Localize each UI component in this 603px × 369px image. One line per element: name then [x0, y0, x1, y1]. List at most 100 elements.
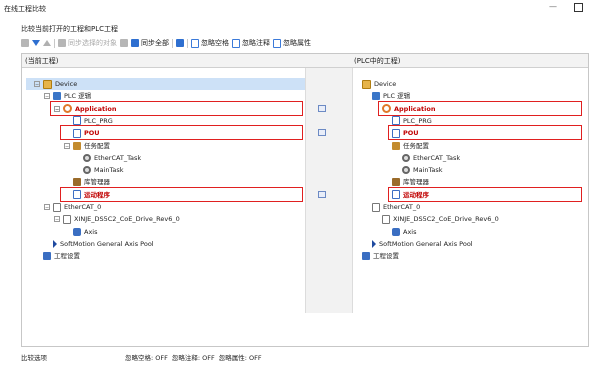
axis-icon [392, 227, 400, 236]
collapse-toggle[interactable]: − [44, 204, 50, 211]
ethercat-icon [372, 202, 380, 212]
tree-item-label: EtherCAT_0 [64, 203, 102, 211]
ethercat-icon [53, 202, 61, 212]
ignore-properties-toggle[interactable]: 忽略属性 [273, 38, 311, 48]
status-ignore-properties: 忽略属性: OFF [218, 354, 262, 362]
status-bar: 比较选项 忽略空格: OFF 忽略注释: OFF 忽略属性: OFF [21, 352, 587, 364]
plc-logic-icon [372, 92, 380, 101]
refresh-icon [176, 39, 184, 47]
tree-item-label: XINJE_DS5C2_CoE_Drive_Rev6_0 [74, 215, 180, 224]
project-settings-icon [362, 252, 370, 261]
sync-selected-button[interactable]: 同步选择的对象 [58, 38, 117, 48]
ignore-comments-label: 忽略注释 [242, 39, 270, 47]
previous-diff-button[interactable] [21, 39, 29, 47]
task-gear-icon [83, 153, 91, 162]
middle-column-header [305, 54, 351, 68]
window-titlebar: 在线工程比较 — [0, 0, 603, 17]
maximize-button[interactable] [574, 3, 583, 12]
diff-marker-icon[interactable] [318, 190, 326, 198]
axis-icon [73, 227, 81, 236]
library-icon [73, 178, 81, 187]
device-icon [362, 79, 371, 89]
project-settings-icon [43, 252, 51, 261]
sync-all-button[interactable]: 同步全部 [131, 38, 169, 48]
collapse-toggle[interactable]: − [44, 93, 50, 100]
prev-diff-up-button[interactable] [43, 40, 51, 46]
pou-icon [73, 116, 81, 126]
left-tree-item[interactable]: − 任务配置 [26, 140, 305, 152]
tree-item-label: 任务配置 [403, 141, 429, 150]
diff-marker-icon[interactable] [318, 129, 326, 137]
left-diff-highlight [60, 186, 303, 202]
left-diff-highlight [50, 100, 303, 116]
compare-panel: (当前工程) (PLC中的工程) − Device − PLC 逻辑 − Applicat… [21, 53, 589, 347]
left-column-header: (当前工程) [22, 54, 305, 68]
ignore-whitespace-label: 忽略空格 [201, 39, 229, 47]
right-tree-item[interactable]: 任务配置 [354, 140, 584, 152]
tree-item-label: 工程设置 [373, 252, 399, 261]
arrow-up-icon [43, 40, 51, 46]
plc-logic-icon [53, 92, 61, 101]
softmotion-icon [372, 239, 376, 248]
empty-area [22, 313, 588, 346]
left-tree-item[interactable]: − EtherCAT_0 [26, 201, 305, 213]
previous-icon [21, 39, 29, 47]
toolbar: 同步选择的对象 同步全部 忽略空格 忽略注释 忽略属性 [21, 37, 311, 49]
left-tree-item[interactable]: Axis [26, 226, 305, 238]
left-tree-item[interactable]: − Device [26, 78, 305, 90]
tree-item-label: SoftMotion General Axis Pool [379, 239, 473, 248]
refresh-button[interactable] [176, 39, 184, 47]
left-tree-item[interactable]: EtherCAT_Task [26, 152, 305, 164]
dialog-subtitle: 比较当前打开的工程和PLC工程 [21, 25, 119, 33]
task-gear-icon [402, 153, 410, 162]
left-diff-highlight [60, 125, 303, 141]
right-tree-item[interactable]: XINJE_DS5C2_CoE_Drive_Rev6_0 [354, 213, 584, 225]
right-tree-item[interactable]: Device [354, 78, 584, 90]
tree-item-label: Device [55, 80, 78, 88]
ethercat-icon [63, 214, 71, 224]
pou-icon [392, 116, 400, 126]
minimize-button[interactable]: — [548, 2, 558, 12]
toolbar-separator [187, 38, 188, 48]
task-gear-icon [402, 166, 410, 175]
left-tree-item[interactable]: 工程设置 [26, 250, 305, 262]
ignore-whitespace-toggle[interactable]: 忽略空格 [191, 38, 229, 48]
tree-item-label: 工程设置 [54, 252, 80, 261]
status-ignore-comments: 忽略注释: OFF [171, 354, 215, 362]
document-icon [191, 38, 199, 48]
collapse-toggle[interactable]: − [64, 142, 70, 150]
left-tree-item[interactable]: − XINJE_DS5C2_CoE_Drive_Rev6_0 [26, 213, 305, 225]
ignore-comments-toggle[interactable]: 忽略注释 [232, 38, 270, 48]
diff-marker-icon[interactable] [318, 104, 326, 112]
toolbar-separator [54, 38, 55, 48]
sync-icon [120, 39, 128, 47]
sync-extra-button[interactable] [120, 39, 128, 47]
collapse-toggle[interactable]: − [54, 216, 60, 223]
tree-item-label: 任务配置 [84, 141, 110, 150]
task-config-icon [392, 141, 400, 150]
sync-selected-label: 同步选择的对象 [68, 39, 117, 47]
document-icon [273, 38, 281, 48]
right-diff-highlight [388, 125, 582, 141]
collapse-toggle[interactable]: − [34, 81, 40, 88]
left-tree-item[interactable]: SoftMotion General Axis Pool [26, 238, 305, 250]
right-tree-item[interactable]: Axis [354, 226, 584, 238]
next-diff-button[interactable] [32, 40, 40, 46]
sync-all-label: 同步全部 [141, 39, 169, 47]
ignore-properties-label: 忽略属性 [283, 39, 311, 47]
tree-item-label: EtherCAT_0 [383, 203, 421, 211]
tree-item-label: XINJE_DS5C2_CoE_Drive_Rev6_0 [393, 215, 499, 224]
device-icon [43, 79, 52, 89]
right-tree-item[interactable]: EtherCAT_0 [354, 201, 584, 213]
ethercat-icon [382, 214, 390, 224]
status-ignore-whitespace: 忽略空格: OFF [125, 354, 168, 362]
compare-options-link[interactable]: 比较选项 [21, 352, 125, 364]
right-tree-item[interactable]: EtherCAT_Task [354, 152, 584, 164]
right-diff-highlight [388, 186, 582, 202]
right-tree-item[interactable]: MainTask [354, 164, 584, 176]
right-tree-item[interactable]: SoftMotion General Axis Pool [354, 238, 584, 250]
tree-item-label: SoftMotion General Axis Pool [60, 239, 154, 248]
right-tree-item[interactable]: 工程设置 [354, 250, 584, 262]
left-tree-item[interactable]: MainTask [26, 164, 305, 176]
tree-item-label: Device [374, 80, 397, 88]
